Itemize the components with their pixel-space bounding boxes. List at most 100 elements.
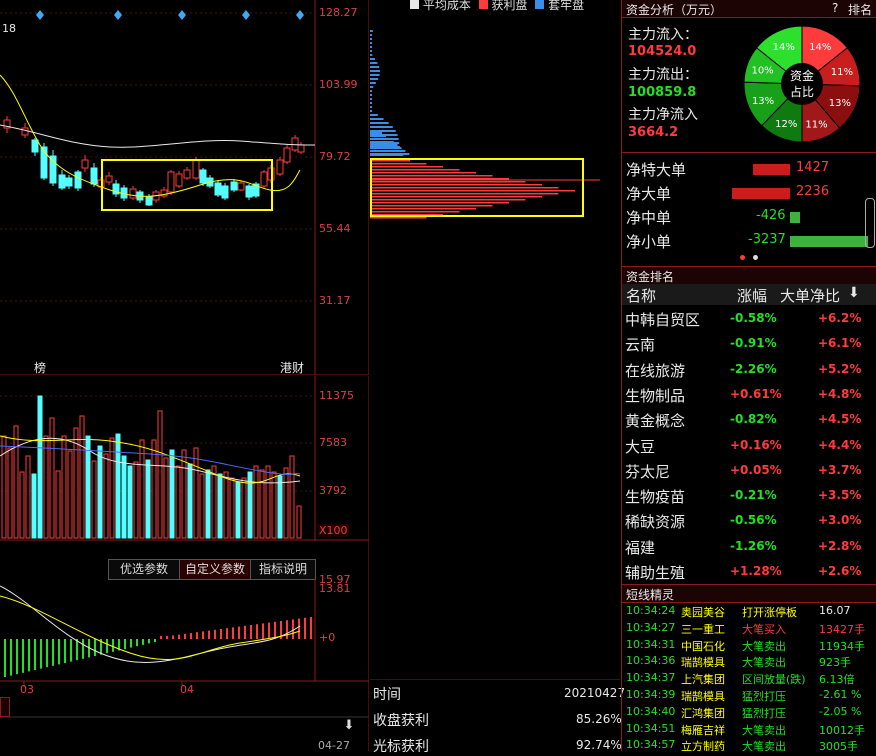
candle-body[interactable] <box>31 139 39 153</box>
candle-body[interactable] <box>183 169 191 179</box>
event-diamond-icon[interactable] <box>296 10 304 20</box>
page-dot-1[interactable] <box>740 255 745 260</box>
volume-bar[interactable] <box>223 471 229 539</box>
candle-body[interactable] <box>297 144 305 153</box>
col-ratio[interactable]: 大单净比 <box>780 285 840 306</box>
volume-bar[interactable] <box>61 435 67 539</box>
ranking-row[interactable]: 辅助生殖 +1.28% +2.6% <box>622 559 876 584</box>
ranking-row[interactable]: 中韩自贸区 -0.58% +6.2% <box>622 306 876 331</box>
candle-body[interactable] <box>90 167 98 185</box>
fund-rank-link[interactable]: 排名 <box>848 1 872 18</box>
candle-body[interactable] <box>276 159 284 175</box>
event-diamond-icon[interactable] <box>36 10 44 20</box>
fund-pie-chart[interactable]: 资金 占比 14%11%13%11%12%13%10%14% <box>742 24 862 144</box>
ranking-row[interactable]: 云南 -0.91% +6.1% <box>622 331 876 356</box>
volume-bar[interactable] <box>205 469 211 539</box>
shortline-row[interactable]: 10:34:31 中国石化 大笔卖出 11934手 <box>622 637 876 654</box>
candle-body[interactable] <box>145 196 153 206</box>
shortline-row[interactable]: 10:34:24 奥园美谷 打开涨停板 16.07 <box>622 603 876 620</box>
shortline-row[interactable]: 10:34:27 三一重工 大笔买入 13427手 <box>622 620 876 637</box>
volume-bar[interactable] <box>145 459 151 539</box>
volume-bar[interactable] <box>157 410 163 539</box>
candle-body[interactable] <box>74 171 82 189</box>
volume-bar[interactable] <box>139 439 145 539</box>
candle-body[interactable] <box>245 185 253 198</box>
candle-body[interactable] <box>192 159 200 179</box>
candle-body[interactable] <box>199 169 207 184</box>
candle-body[interactable] <box>49 155 57 184</box>
candle-body[interactable] <box>260 171 268 187</box>
ranking-row[interactable]: 生物疫苗 -0.21% +3.5% <box>622 483 876 508</box>
shortline-row[interactable]: 10:34:57 立方制药 大笔卖出 3005手 <box>622 737 876 751</box>
volume-bar[interactable] <box>13 425 19 539</box>
volume-bar[interactable] <box>79 415 85 539</box>
ranking-row[interactable]: 大豆 +0.16% +4.4% <box>622 433 876 458</box>
volume-bar[interactable] <box>217 473 223 539</box>
shortline-row[interactable]: 10:34:40 汇鸿集团 猛烈打压 -2.05 % <box>622 704 876 721</box>
candle-body[interactable] <box>65 177 73 187</box>
shortline-row[interactable]: 10:34:37 上汽集团 区间放量(跌) 6.13倍 <box>622 670 876 687</box>
event-diamond-icon[interactable] <box>242 10 250 20</box>
ranking-row[interactable]: 稀缺资源 -0.56% +3.0% <box>622 508 876 533</box>
volume-bar[interactable] <box>283 467 289 539</box>
volume-bar[interactable] <box>85 435 91 539</box>
volume-bar[interactable] <box>133 461 139 539</box>
tag-gangcai[interactable]: 港财 <box>280 359 304 376</box>
volume-bar[interactable] <box>127 465 133 539</box>
ranking-row[interactable]: 福建 -1.26% +2.8% <box>622 534 876 559</box>
candle-body[interactable] <box>81 159 89 169</box>
volume-bar[interactable] <box>169 449 175 539</box>
candle-body[interactable] <box>221 185 229 199</box>
volume-bar[interactable] <box>31 473 37 539</box>
volume-bar[interactable] <box>175 465 181 539</box>
volume-bar[interactable] <box>97 445 103 539</box>
kline-chart[interactable] <box>0 0 369 375</box>
volume-bar[interactable] <box>193 447 199 539</box>
volume-bar[interactable] <box>1 435 7 539</box>
fund-scrollbar[interactable] <box>865 198 875 248</box>
volume-bar[interactable] <box>211 465 217 539</box>
col-change[interactable]: 涨幅 <box>737 285 767 306</box>
scroll-thumb[interactable] <box>0 697 10 717</box>
shortline-row[interactable]: 10:34:51 梅雁吉祥 大笔卖出 10012手 <box>622 721 876 738</box>
volume-bar[interactable] <box>277 475 283 539</box>
ranking-row[interactable]: 黄金概念 -0.82% +4.5% <box>622 407 876 432</box>
volume-bar[interactable] <box>265 465 271 539</box>
tag-bang[interactable]: 榜 <box>34 359 46 376</box>
volume-bar[interactable] <box>43 435 49 539</box>
sort-down-icon[interactable]: ⬇ <box>848 285 860 301</box>
shortline-row[interactable]: 10:34:36 瑞鹄模具 大笔卖出 923手 <box>622 653 876 670</box>
volume-bar[interactable] <box>296 505 302 539</box>
candle-body[interactable] <box>129 188 137 199</box>
volume-bar[interactable] <box>121 455 127 539</box>
col-name[interactable]: 名称 <box>626 285 656 306</box>
event-diamond-icon[interactable] <box>178 10 186 20</box>
volume-bar[interactable] <box>163 457 169 539</box>
volume-bar[interactable] <box>37 395 43 539</box>
volume-bar[interactable] <box>103 453 109 539</box>
volume-bar[interactable] <box>115 433 121 539</box>
ranking-row[interactable]: 生物制品 +0.61% +4.8% <box>622 382 876 407</box>
volume-bar[interactable] <box>229 477 235 539</box>
volume-bar[interactable] <box>259 469 265 539</box>
volume-bar[interactable] <box>19 471 25 539</box>
candle-body[interactable] <box>283 147 291 163</box>
indicator-panel[interactable]: 优选参数 自定义参数 指标说明 15.97 13.81 +0 03 04 ⬇ 0… <box>0 541 369 752</box>
event-diamond-icon[interactable] <box>114 10 122 20</box>
chip-panel[interactable]: 平均成本 获利盘 套牢盘 时间 20210427 收盘获利 85.26% 光标获… <box>370 0 625 755</box>
volume-bar[interactable] <box>271 471 277 539</box>
candle-body[interactable] <box>21 127 29 136</box>
chip-distribution-chart[interactable] <box>370 0 620 680</box>
volume-bar[interactable] <box>253 465 259 539</box>
volume-bar[interactable] <box>235 481 241 539</box>
candle-body[interactable] <box>167 171 175 193</box>
volume-bar[interactable] <box>289 455 295 539</box>
volume-bar[interactable] <box>49 417 55 539</box>
volume-bar[interactable] <box>181 449 187 539</box>
macd-chart[interactable] <box>0 541 369 751</box>
candle-body[interactable] <box>214 182 222 196</box>
shortline-row[interactable]: 10:34:39 瑞鹄模具 猛烈打压 -2.61 % <box>622 687 876 704</box>
volume-bar[interactable] <box>7 447 13 539</box>
download-icon[interactable]: ⬇ <box>340 717 358 735</box>
candle-body[interactable] <box>175 173 183 187</box>
